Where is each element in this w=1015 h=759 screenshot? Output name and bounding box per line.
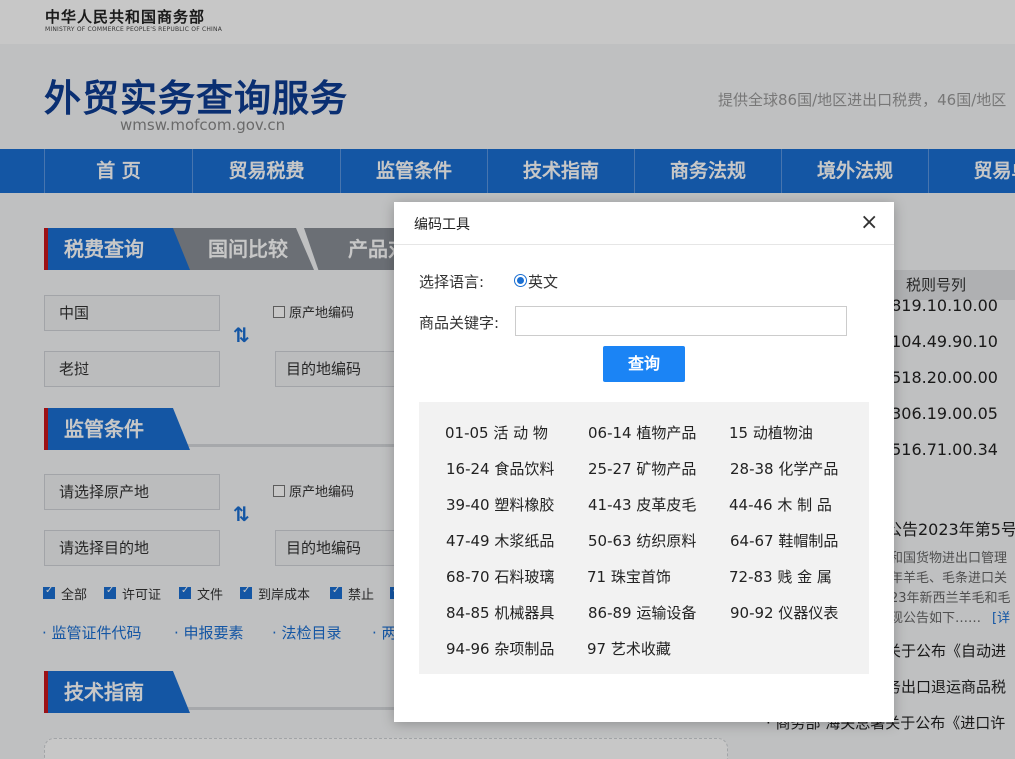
- category-link[interactable]: 16-24 食品饮料: [446, 458, 554, 479]
- category-link[interactable]: 64-67 鞋帽制品: [730, 530, 838, 551]
- language-radio-english[interactable]: [514, 274, 527, 287]
- language-label: 选择语言:: [419, 273, 485, 291]
- code-tool-dialog: 编码工具 × 选择语言: 英文 商品关键字: 查询 01-05 活 动 物 06…: [394, 202, 894, 722]
- category-link[interactable]: 68-70 石料玻璃: [446, 566, 554, 587]
- keyword-label: 商品关键字:: [419, 314, 500, 332]
- category-link[interactable]: 06-14 植物产品: [588, 422, 696, 443]
- category-link[interactable]: 25-27 矿物产品: [588, 458, 696, 479]
- category-link[interactable]: 90-92 仪器仪表: [730, 602, 838, 623]
- language-option-label[interactable]: 英文: [528, 271, 558, 292]
- close-icon[interactable]: ×: [860, 212, 878, 234]
- keyword-input[interactable]: [515, 306, 847, 336]
- dialog-divider: [394, 244, 894, 245]
- category-panel: 01-05 活 动 物 06-14 植物产品 15 动植物油 16-24 食品饮…: [419, 402, 869, 674]
- category-link[interactable]: 28-38 化学产品: [730, 458, 838, 479]
- category-link[interactable]: 47-49 木浆纸品: [446, 530, 554, 551]
- category-link[interactable]: 44-46 木 制 品: [729, 494, 832, 515]
- category-link[interactable]: 01-05 活 动 物: [445, 422, 548, 443]
- dialog-title: 编码工具: [414, 217, 470, 233]
- category-link[interactable]: 86-89 运输设备: [588, 602, 696, 623]
- category-link[interactable]: 84-85 机械器具: [446, 602, 554, 623]
- category-link[interactable]: 50-63 纺织原料: [588, 530, 696, 551]
- search-button[interactable]: 查询: [603, 346, 685, 382]
- category-link[interactable]: 39-40 塑料橡胶: [446, 494, 554, 515]
- category-link[interactable]: 71 珠宝首饰: [587, 566, 671, 587]
- category-link[interactable]: 15 动植物油: [729, 422, 813, 443]
- category-link[interactable]: 94-96 杂项制品: [446, 638, 554, 659]
- category-link[interactable]: 41-43 皮革皮毛: [588, 494, 696, 515]
- category-link[interactable]: 97 艺术收藏: [587, 638, 671, 659]
- category-link[interactable]: 72-83 贱 金 属: [729, 566, 832, 587]
